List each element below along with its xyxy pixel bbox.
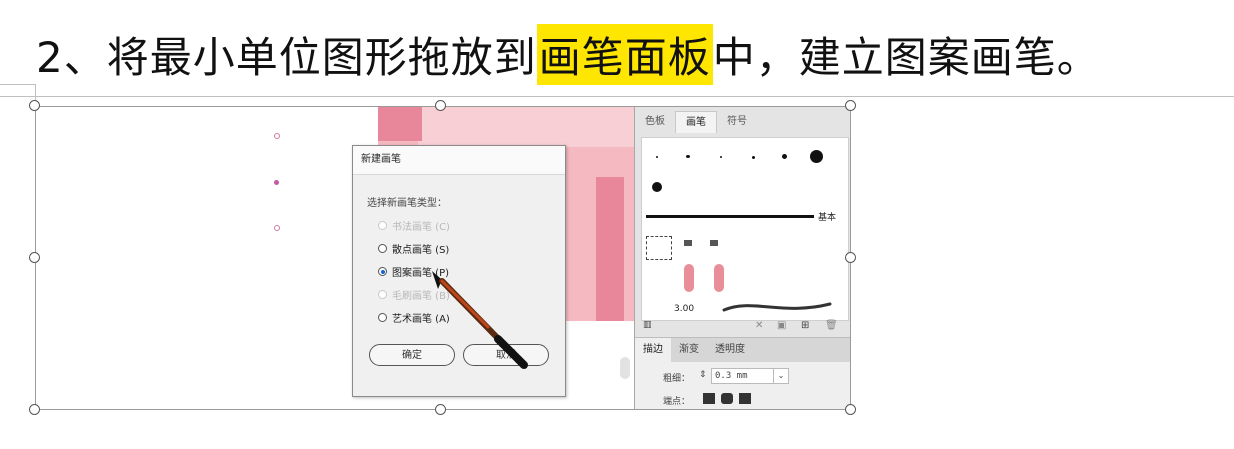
resize-handle-top-left[interactable] <box>29 100 40 111</box>
slide-heading: 2、将最小单位图形拖放到 画笔面板 中，建立图案画笔。 <box>36 22 1100 86</box>
basic-brush-line[interactable] <box>646 215 814 218</box>
pink-shape-column-dark <box>596 177 624 321</box>
resize-handle-bottom-left[interactable] <box>29 404 40 415</box>
heading-underline <box>0 96 1234 97</box>
tab-stroke[interactable]: 描边 <box>635 338 671 362</box>
options-icon[interactable]: ▣ <box>777 320 786 331</box>
text-margin-mark <box>0 84 36 85</box>
radio-circle <box>378 221 387 230</box>
brush-dot[interactable] <box>720 156 722 158</box>
library-menu-icon[interactable]: ▥ <box>643 320 652 330</box>
dialog-title: 新建画笔 <box>353 146 565 175</box>
pink-capsule-icon[interactable] <box>714 264 724 292</box>
new-brush-icon[interactable]: ⊞ <box>801 320 809 331</box>
heading-highlight: 画笔面板 <box>536 23 713 85</box>
delete-brush-icon[interactable]: 🗑 <box>825 320 838 331</box>
brush-dot[interactable] <box>752 156 755 159</box>
pen-cursor-icon <box>432 271 528 369</box>
radio-label: 书法画笔 (C) <box>392 222 450 233</box>
weight-stepper-icon[interactable]: ⇕ <box>699 370 707 380</box>
stroke-size-label: 3.00 <box>674 304 695 314</box>
round-cap-icon[interactable] <box>721 393 733 404</box>
square-cap-icon[interactable] <box>739 393 751 404</box>
marker-dot <box>274 133 280 139</box>
tab-brushes[interactable]: 画笔 <box>675 111 717 133</box>
heading-text-before: 2、将最小单位图形拖放到 <box>36 32 537 82</box>
wavy-brush-stroke[interactable] <box>722 298 832 316</box>
panel-bottom-toolbar: ▥ ✕ ▣ ⊞ 🗑 <box>641 320 847 334</box>
resize-handle-bottom-center[interactable] <box>435 404 446 415</box>
basic-brush-label: 基本 <box>818 213 837 223</box>
marker-dot <box>274 225 280 231</box>
pattern-tile-icon[interactable] <box>710 240 718 246</box>
tab-symbols[interactable]: 符号 <box>717 111 757 133</box>
radio-label: 散点画笔 (S) <box>392 245 450 256</box>
weight-label: 粗细： <box>663 374 691 384</box>
panel-tabs: 色板 画笔 符号 <box>635 111 757 133</box>
cap-label: 端点： <box>663 397 691 407</box>
resize-handle-top-right[interactable] <box>845 100 856 111</box>
resize-handle-bottom-right[interactable] <box>845 404 856 415</box>
tab-transparency[interactable]: 透明度 <box>707 338 753 362</box>
heading-text-after: 中，建立图案画笔。 <box>712 32 1100 82</box>
remove-stroke-icon[interactable]: ✕ <box>755 320 763 331</box>
tab-gradient[interactable]: 渐变 <box>671 338 707 362</box>
weight-input[interactable]: 0.3 mm <box>711 368 774 384</box>
pink-shape-step <box>564 147 634 177</box>
butt-cap-icon[interactable] <box>703 393 715 404</box>
brush-dot[interactable] <box>686 155 690 158</box>
scroll-handle[interactable] <box>620 357 630 379</box>
tab-swatches[interactable]: 色板 <box>635 111 675 133</box>
brush-panel: 色板 画笔 符号 基本 3.00 ▥ ✕ ▣ ⊞ 🗑 描边 渐变 透明度 粗细：… <box>634 107 850 409</box>
brush-dot[interactable] <box>656 156 658 158</box>
radio-circle[interactable] <box>378 244 387 253</box>
radio-scatter[interactable]: 散点画笔 (S) <box>378 241 449 256</box>
pattern-tile-icon[interactable] <box>684 240 692 246</box>
radio-circle[interactable] <box>378 313 387 322</box>
embedded-screenshot[interactable]: 新建画笔 选择新画笔类型： 书法画笔 (C) 散点画笔 (S) 图案画笔 (P)… <box>35 106 851 410</box>
brush-dot[interactable] <box>652 182 662 192</box>
radio-calligraphic: 书法画笔 (C) <box>378 218 450 233</box>
brush-dot[interactable] <box>810 150 823 163</box>
marker-dot <box>274 180 279 185</box>
resize-handle-top-center[interactable] <box>435 100 446 111</box>
brush-dot[interactable] <box>782 154 787 159</box>
stroke-panel-tabs: 描边 渐变 透明度 <box>635 337 850 362</box>
pattern-brush-icon[interactable] <box>646 236 672 260</box>
brush-library[interactable]: 基本 3.00 <box>641 137 849 321</box>
radio-circle <box>378 290 387 299</box>
radio-circle-selected[interactable] <box>378 267 387 276</box>
resize-handle-middle-left[interactable] <box>29 252 40 263</box>
resize-handle-middle-right[interactable] <box>845 252 856 263</box>
pink-shape-dark-top <box>378 107 422 141</box>
dialog-prompt: 选择新画笔类型： <box>367 198 447 209</box>
weight-dropdown-chevron-icon[interactable]: ⌄ <box>773 368 789 384</box>
stroke-panel-body: 粗细： ⇕ 0.3 mm ⌄ 端点： <box>635 362 850 409</box>
pink-capsule-icon[interactable] <box>684 264 694 292</box>
